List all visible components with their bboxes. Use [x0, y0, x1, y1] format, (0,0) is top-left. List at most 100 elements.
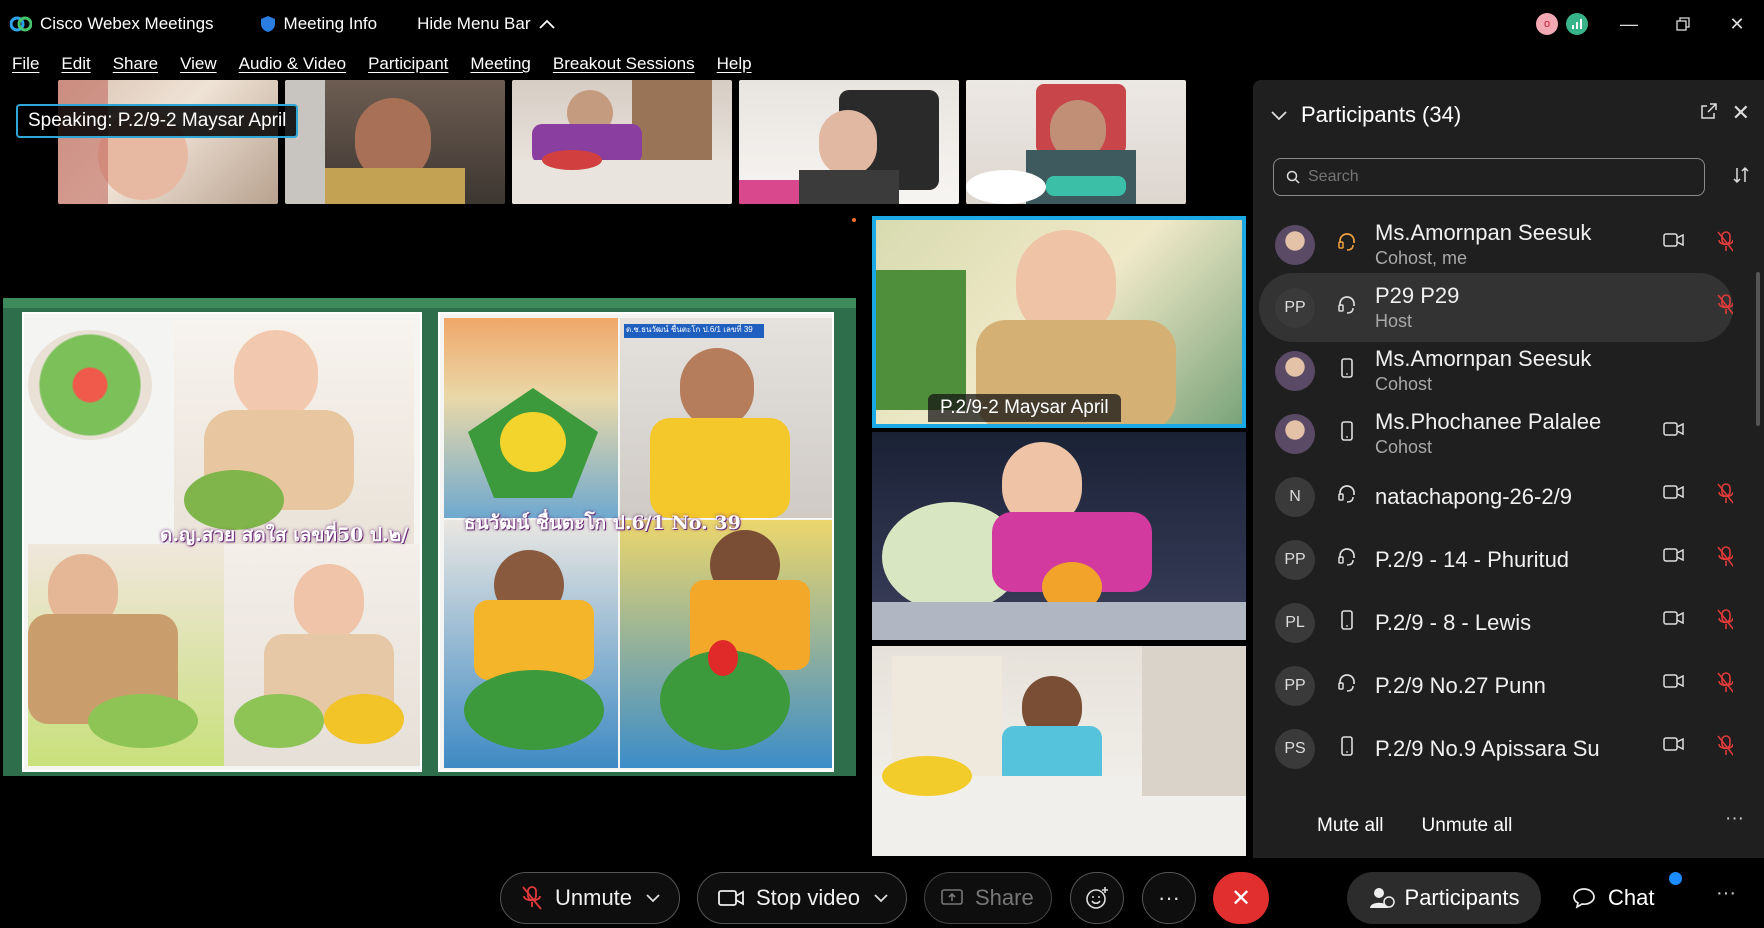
participant-info: Ms.Phochanee Palalee Cohost — [1375, 409, 1601, 458]
menu-meeting[interactable]: Meeting — [470, 54, 530, 74]
video-camera-icon[interactable] — [1663, 736, 1685, 752]
participant-thumbnail[interactable] — [58, 80, 278, 204]
menu-help[interactable]: Help — [717, 54, 752, 74]
child-photo: ด.ช.ธนวัฒน์ ชื่นตะโก ป.6/1 เลขที่ 39 — [620, 318, 832, 518]
stop-video-label: Stop video — [756, 885, 860, 910]
participant-row[interactable]: PP P.2/9 No.27 Punn — [1259, 651, 1733, 720]
restore-icon[interactable] — [1662, 6, 1704, 42]
menu-share[interactable]: Share — [113, 54, 158, 74]
video-camera-icon — [718, 890, 744, 906]
leave-meeting-button[interactable]: ✕ — [1213, 872, 1269, 924]
participant-name: P.2/9 - 8 - Lewis — [1375, 609, 1532, 635]
video-camera-icon[interactable] — [1663, 421, 1685, 437]
menu-breakout-sessions[interactable]: Breakout Sessions — [553, 54, 695, 74]
participant-thumbnail[interactable] — [966, 80, 1186, 204]
mic-muted-icon[interactable] — [1717, 671, 1733, 695]
mute-all-button[interactable]: Mute all — [1317, 815, 1384, 837]
active-speaker-video[interactable]: P.2/9-2 Maysar April — [872, 216, 1246, 428]
participants-title: Participants (34) — [1301, 102, 1462, 127]
menu-participant[interactable]: Participant — [368, 54, 448, 74]
panel-more-icon[interactable]: ··· — [1725, 808, 1744, 830]
participant-row[interactable]: Ms.Amornpan Seesuk Cohost, me — [1259, 210, 1733, 279]
participant-list-scrollbar[interactable] — [1756, 272, 1760, 426]
meeting-info-label: Meeting Info — [283, 14, 378, 33]
chevron-down-icon[interactable] — [874, 890, 888, 907]
minimize-icon[interactable]: — — [1608, 6, 1650, 42]
video-camera-icon[interactable] — [1663, 610, 1685, 626]
child-photo — [224, 544, 420, 766]
headset-icon — [1335, 232, 1359, 257]
participant-thumbnail[interactable] — [285, 80, 505, 204]
title-bar: Cisco Webex Meetings Meeting Info Hide M… — [0, 0, 1764, 48]
unmute-label: Unmute — [555, 885, 633, 910]
chat-icon — [1573, 888, 1595, 909]
participant-list: Ms.Amornpan Seesuk Cohost, me PP P29 P29 Hos… — [1259, 210, 1733, 878]
search-icon — [1286, 170, 1300, 184]
participant-row[interactable]: PL P.2/9 - 8 - Lewis — [1259, 588, 1733, 657]
mic-muted-icon[interactable] — [1717, 545, 1733, 569]
close-panel-icon[interactable]: ✕ — [1732, 100, 1750, 126]
avatar: PS — [1275, 728, 1315, 769]
menu-file[interactable]: File — [12, 54, 39, 74]
collapse-chevron-icon[interactable] — [1271, 105, 1287, 126]
video-camera-icon[interactable] — [1663, 484, 1685, 500]
participants-panel: Participants (34) ✕ Ms.Amornpan Seesuk Co… — [1253, 80, 1764, 858]
participant-video[interactable] — [872, 432, 1246, 640]
share-button[interactable]: Share — [924, 872, 1052, 924]
chevron-down-icon[interactable] — [646, 890, 660, 907]
participant-search[interactable] — [1273, 158, 1705, 196]
participant-thumbnail[interactable] — [512, 80, 732, 204]
network-health-icon[interactable] — [1566, 13, 1588, 35]
more-icon[interactable]: ··· — [1716, 882, 1736, 905]
chat-button[interactable]: Chat — [1572, 872, 1654, 924]
hide-menu-bar-button[interactable]: Hide Menu Bar — [417, 14, 555, 34]
participant-row[interactable]: PP P.2/9 - 14 - Phuritud — [1259, 525, 1733, 594]
participant-thumbnail[interactable] — [739, 80, 959, 204]
participant-info: P.2/9 No.9 Apissara Su — [1375, 736, 1600, 762]
app-title: Cisco Webex Meetings — [40, 14, 214, 33]
recording-status-icon[interactable]: o — [1536, 13, 1558, 35]
participant-name: Ms.Phochanee Palalee — [1375, 409, 1602, 434]
sort-icon[interactable] — [1732, 166, 1750, 189]
search-input[interactable] — [1308, 168, 1688, 186]
menu-view[interactable]: View — [180, 54, 217, 74]
participant-info: Ms.Amornpan Seesuk Cohost, me — [1375, 220, 1591, 269]
headset-icon — [1335, 673, 1359, 698]
mic-muted-icon[interactable] — [1717, 734, 1733, 758]
share-screen-icon — [941, 889, 963, 905]
stop-video-button[interactable]: Stop video — [697, 872, 907, 924]
participant-role: Host — [1375, 311, 1413, 331]
unmute-all-button[interactable]: Unmute all — [1422, 815, 1513, 837]
meeting-controls: Unmute Stop video Share ··· ✕ Participan… — [0, 858, 1764, 928]
more-options-button[interactable]: ··· — [1142, 872, 1196, 924]
mic-muted-icon[interactable] — [1717, 230, 1733, 254]
unmute-button[interactable]: Unmute — [500, 872, 680, 924]
participant-row[interactable]: PP P29 P29 Host — [1259, 273, 1733, 342]
participant-row[interactable]: PS P.2/9 No.9 Apissara Su — [1259, 714, 1733, 783]
video-camera-icon[interactable] — [1663, 547, 1685, 563]
menu-audio-video[interactable]: Audio & Video — [239, 54, 346, 74]
headset-icon — [1335, 484, 1359, 509]
webex-window: Cisco Webex Meetings Meeting Info Hide M… — [0, 0, 1764, 928]
participant-row[interactable]: Ms.Amornpan Seesuk Cohost — [1259, 336, 1733, 405]
participant-name: P.2/9 No.27 Punn — [1375, 672, 1546, 698]
chat-label: Chat — [1608, 885, 1655, 910]
participant-role: Cohost, me — [1375, 248, 1468, 268]
participant-video[interactable] — [872, 646, 1246, 856]
video-camera-icon[interactable] — [1663, 673, 1685, 689]
mic-muted-icon[interactable] — [1717, 293, 1733, 317]
participant-name: P.2/9 No.9 Apissara Su — [1375, 735, 1600, 761]
video-camera-icon[interactable] — [1663, 232, 1685, 248]
reactions-icon[interactable] — [1070, 872, 1124, 924]
participant-row[interactable]: Nnatachapong-26-2/9 — [1259, 462, 1733, 531]
participant-row[interactable]: Ms.Phochanee Palalee Cohost — [1259, 399, 1733, 468]
mic-muted-icon[interactable] — [1717, 608, 1733, 632]
mic-muted-icon[interactable] — [1717, 482, 1733, 506]
popout-icon[interactable] — [1700, 102, 1718, 125]
menu-bar: File Edit Share View Audio & Video Parti… — [0, 48, 762, 80]
avatar: PL — [1275, 602, 1315, 643]
close-window-icon[interactable]: ✕ — [1716, 6, 1758, 42]
meeting-info-button[interactable]: Meeting Info — [260, 14, 378, 34]
menu-edit[interactable]: Edit — [61, 54, 90, 74]
participants-button[interactable]: Participants — [1347, 872, 1541, 924]
